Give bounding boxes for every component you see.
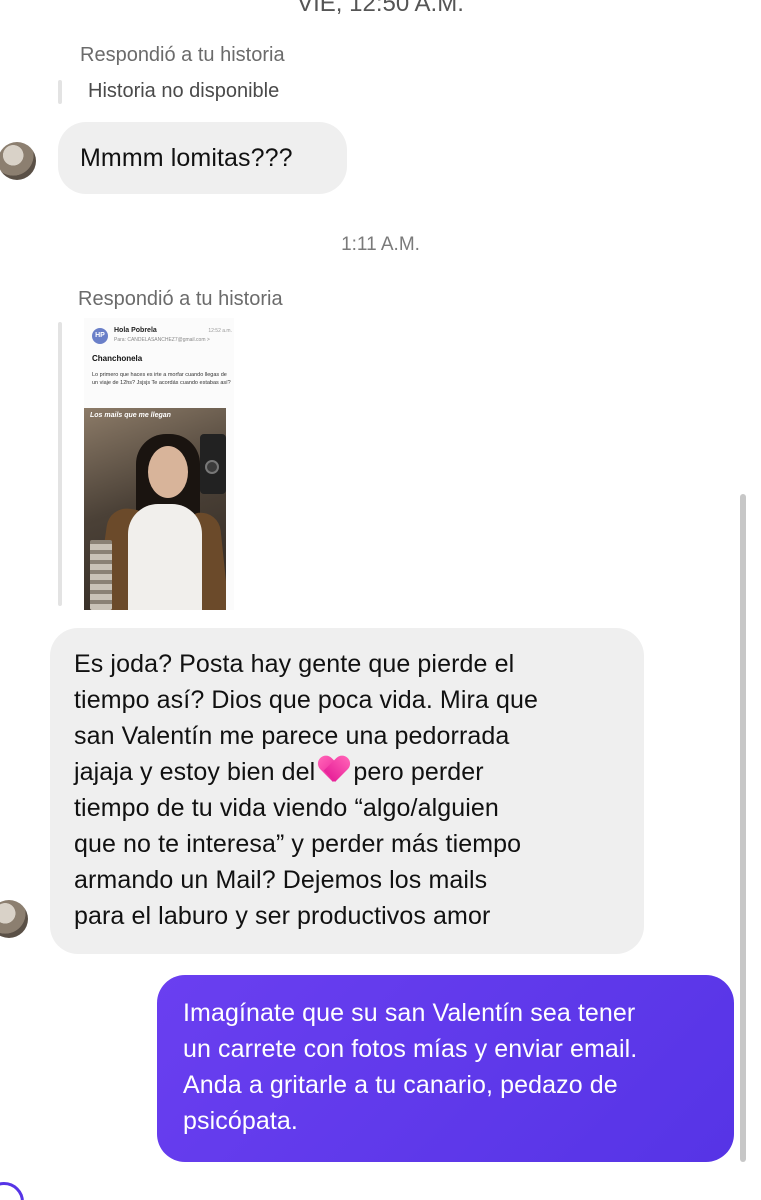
message-line: psicópata. bbox=[183, 1107, 298, 1135]
previous-timestamp: VIE, 12:50 A.M. bbox=[297, 0, 464, 17]
mail-time: 12:52 a.m. bbox=[208, 328, 232, 334]
message-line: jajaja y estoy bien del pero perder bbox=[74, 754, 620, 790]
story-reply-label: Respondió a tu historia bbox=[80, 44, 285, 66]
story-unavailable-text: Historia no disponible bbox=[88, 80, 280, 102]
composer-bar bbox=[0, 1180, 761, 1200]
quote-bar bbox=[58, 80, 62, 104]
mail-sender: Hola Pobrela bbox=[114, 327, 157, 334]
contact-avatar[interactable] bbox=[0, 142, 36, 180]
message-line: Anda a gritarle a tu canario, pedazo de bbox=[183, 1071, 618, 1099]
story-photo: Los mails que me llegan bbox=[84, 408, 226, 610]
message-line: san Valentín me parece una pedorrada bbox=[74, 722, 510, 750]
message-line: Es joda? Posta hay gente que pierde el bbox=[74, 650, 515, 678]
message-timestamp: 1:11 A.M. bbox=[341, 234, 420, 255]
message-line: un carrete con fotos mías y enviar email… bbox=[183, 1035, 638, 1063]
story-preview[interactable]: HP Hola Pobrela Para: CANDELASANCHEZ7@gm… bbox=[84, 318, 234, 610]
mail-header: HP Hola Pobrela Para: CANDELASANCHEZ7@gm… bbox=[92, 326, 232, 348]
sender-avatar: HP bbox=[92, 328, 108, 344]
message-fragment: jajaja y estoy bien del bbox=[74, 758, 316, 786]
message-text: Mmmm lomitas??? bbox=[80, 144, 293, 172]
message-line: tiempo así? Dios que poca vida. Mira que bbox=[74, 686, 538, 714]
mail-subject: Chanchonela bbox=[92, 354, 143, 363]
message-line: armando un Mail? Dejemos los mails bbox=[74, 866, 488, 894]
mail-body: Lo primero que haces es irte a morfar cu… bbox=[92, 372, 231, 386]
message-bubble-incoming[interactable]: Es joda? Posta hay gente que pierde el t… bbox=[50, 628, 644, 954]
story-reply-label: Respondió a tu historia bbox=[78, 288, 283, 310]
photo-caption: Los mails que me llegan bbox=[90, 412, 171, 419]
message-line: Imagínate que su san Valentín sea tener bbox=[183, 999, 636, 1027]
scrollbar[interactable] bbox=[740, 494, 746, 1162]
pink-heart-icon bbox=[319, 756, 349, 784]
message-fragment: pero perder bbox=[353, 758, 484, 786]
quote-bar bbox=[58, 322, 62, 606]
elevator-buttons bbox=[90, 540, 112, 610]
message-bubble-outgoing[interactable]: Imagínate que su san Valentín sea tener … bbox=[157, 975, 734, 1162]
message-line: que no te interesa” y perder más tiempo bbox=[74, 830, 522, 858]
message-line: para el laburo y ser productivos amor bbox=[74, 902, 491, 930]
message-line: tiempo de tu vida viendo “algo/alguien bbox=[74, 794, 499, 822]
contact-avatar[interactable] bbox=[0, 900, 28, 938]
message-bubble-incoming[interactable]: Mmmm lomitas??? bbox=[58, 122, 347, 194]
mail-recipient: Para: CANDELASANCHEZ7@gmail.com > bbox=[114, 337, 210, 343]
